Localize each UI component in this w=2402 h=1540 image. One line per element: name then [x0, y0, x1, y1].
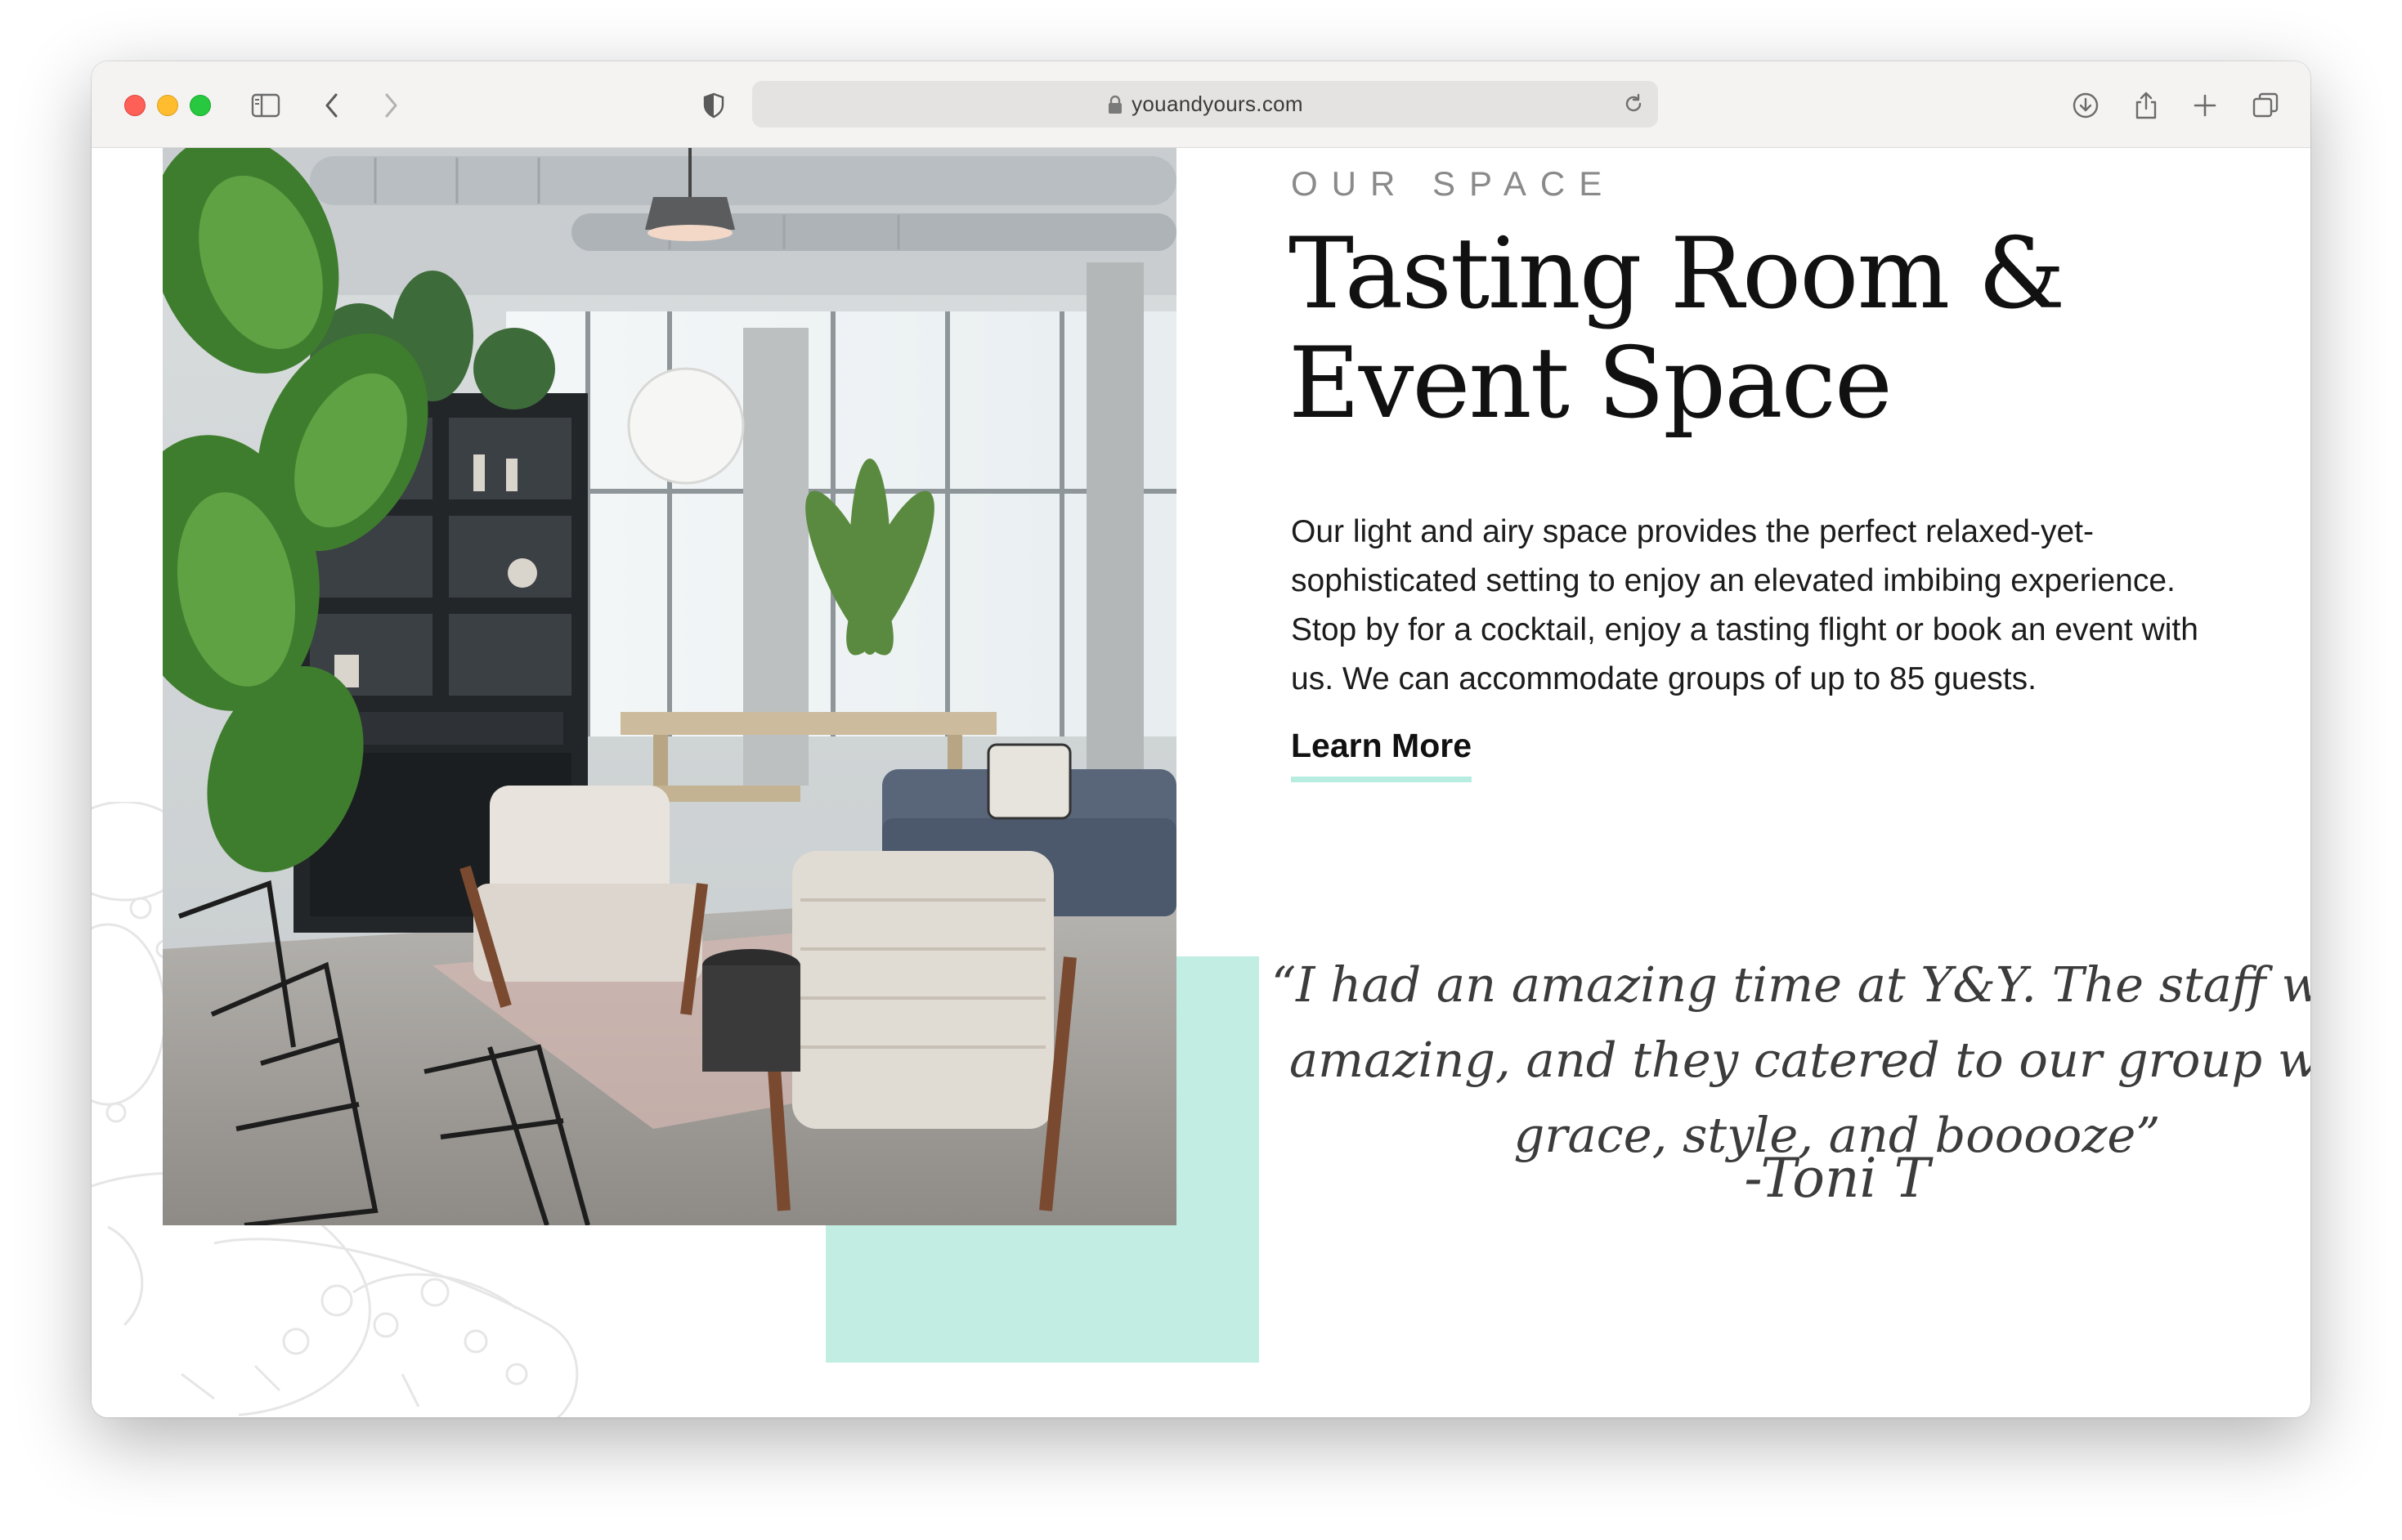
zoom-window-button[interactable]	[190, 95, 211, 116]
reload-icon[interactable]	[1622, 92, 1645, 115]
section-eyebrow: OUR SPACE	[1291, 164, 1616, 203]
section-title-line-2: Event Space	[1288, 327, 1893, 441]
page-content: OUR SPACE Tasting Room & Event Space Our…	[92, 148, 2310, 1417]
shield-icon[interactable]	[699, 91, 728, 120]
section-description: Our light and airy space provides the pe…	[1291, 514, 2198, 696]
url-text: youandyours.com	[1132, 92, 1303, 116]
chevron-right-icon[interactable]	[376, 91, 406, 120]
minimize-window-button[interactable]	[157, 95, 178, 116]
browser-window: youandyours.com OUR SPACE Tasting Room &…	[92, 61, 2310, 1417]
close-window-button[interactable]	[124, 95, 146, 116]
testimonial-quote: “I had an amazing time at Y&Y. The staff…	[1270, 956, 2310, 1163]
lock-icon	[1109, 95, 1123, 114]
learn-more-link[interactable]: Learn More	[1291, 727, 1472, 782]
chevron-left-icon[interactable]	[317, 91, 347, 120]
share-icon[interactable]	[2131, 91, 2161, 120]
tabs-icon[interactable]	[2251, 91, 2280, 120]
address-bar[interactable]: youandyours.com	[752, 81, 1658, 128]
sidebar-icon[interactable]	[251, 91, 280, 120]
testimonial-author: -Toni T	[1744, 1147, 1930, 1210]
tasting-room-photo	[163, 148, 1176, 1225]
plus-icon[interactable]	[2190, 91, 2220, 120]
browser-toolbar: youandyours.com	[92, 61, 2310, 148]
section-title: Tasting Room & Event Space	[1288, 220, 2270, 439]
download-icon[interactable]	[2071, 91, 2100, 120]
section-title-line-1: Tasting Room &	[1288, 217, 2065, 331]
